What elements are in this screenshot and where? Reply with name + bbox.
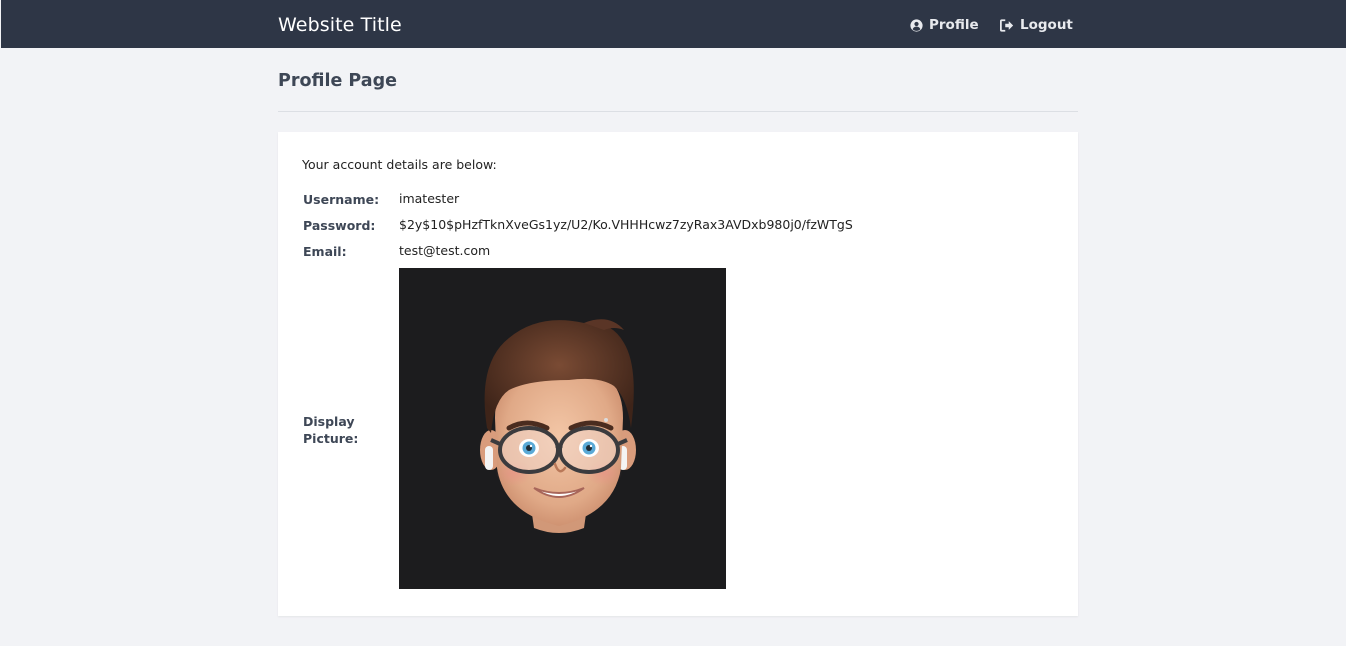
display-picture-label: Display Picture: (303, 414, 359, 446)
sign-out-icon (1000, 18, 1014, 32)
page-title: Profile Page (278, 71, 397, 91)
username-label: Username: (303, 192, 380, 207)
password-label: Password: (303, 218, 376, 233)
email-label: Email: (303, 244, 347, 259)
top-navbar: Website Title Profile Logout (1, 0, 1346, 48)
nav-logout-label: Logout (1020, 17, 1073, 33)
account-details-card: Your account details are below: Username… (278, 132, 1078, 616)
nav-profile-link[interactable]: Profile (910, 16, 979, 34)
password-value: $2y$10$pHzfTknXveGs1yz/U2/Ko.VHHHcwz7zyR… (399, 217, 853, 232)
nav-profile-label: Profile (929, 17, 979, 33)
nav-logout-link[interactable]: Logout (1000, 16, 1073, 34)
email-value: test@test.com (399, 243, 491, 258)
user-circle-icon (910, 18, 923, 32)
memoji-avatar-icon (480, 319, 636, 533)
account-intro-text: Your account details are below: (302, 157, 497, 172)
title-divider (278, 111, 1078, 112)
username-value: imatester (399, 191, 460, 206)
display-picture (399, 268, 726, 589)
site-title[interactable]: Website Title (278, 13, 402, 37)
